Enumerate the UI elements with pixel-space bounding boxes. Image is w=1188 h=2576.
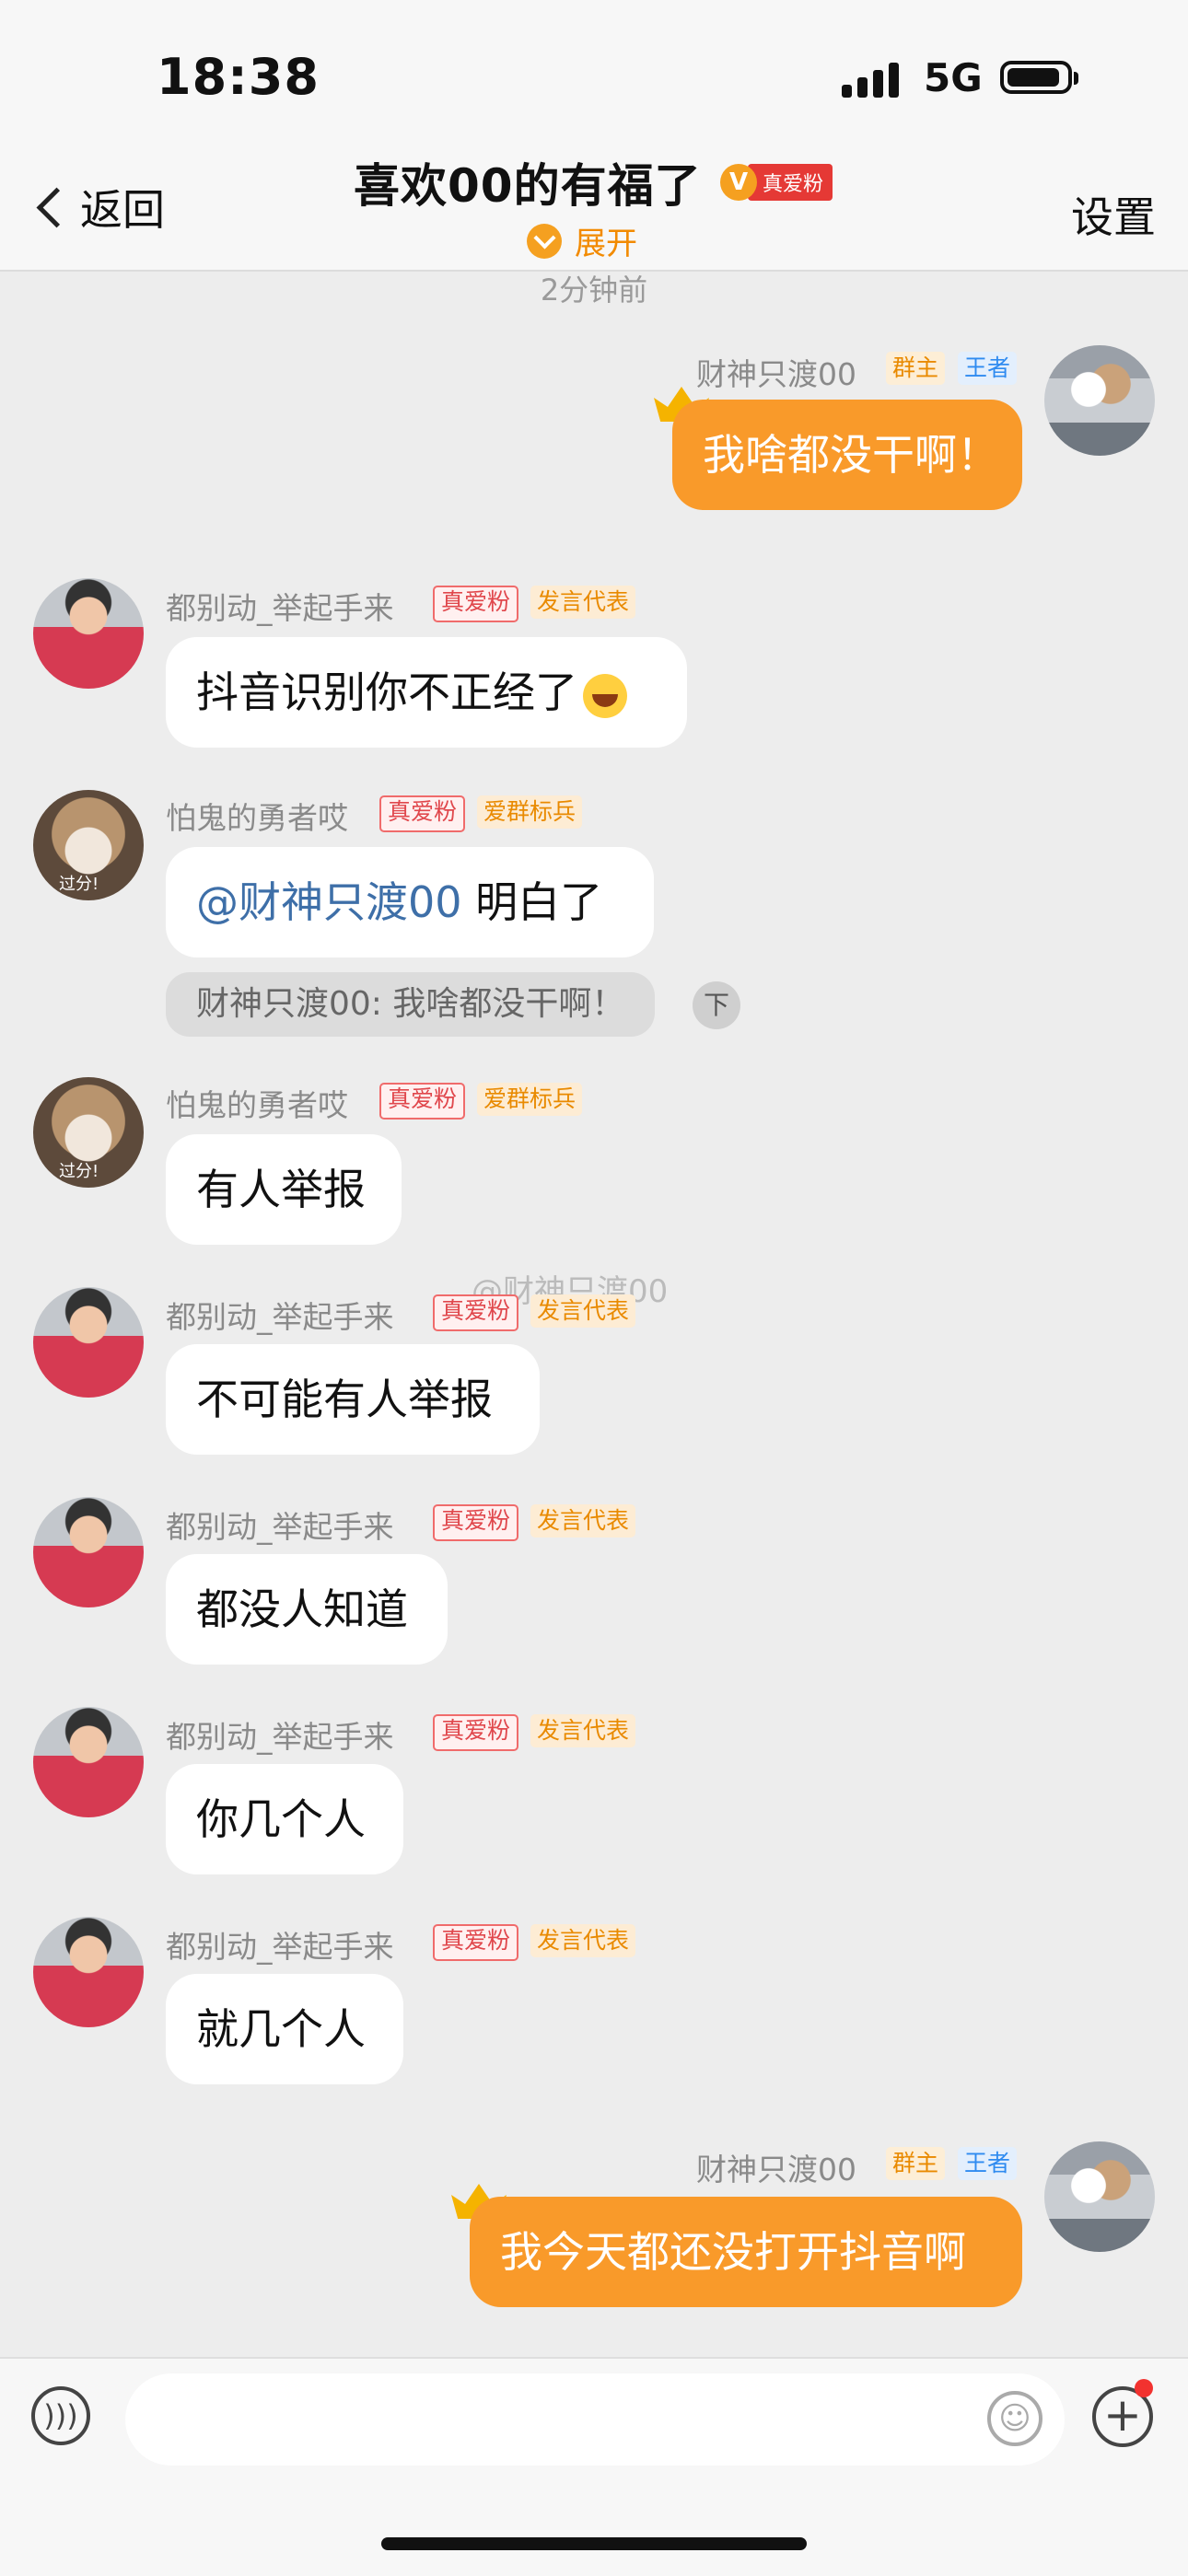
message-bubble[interactable]: 我啥都没干啊！: [672, 400, 1022, 510]
message-bubble[interactable]: 我今天都还没打开抖音啊: [470, 2197, 1022, 2307]
message-bubble[interactable]: 抖音识别你不正经了: [166, 637, 687, 748]
voice-icon[interactable]: ))): [31, 2386, 90, 2445]
message-text: 明白了: [461, 877, 603, 927]
battery-icon: [1000, 61, 1078, 94]
sender-name: 都别动_举起手来: [166, 590, 394, 626]
network-type: 5G: [924, 55, 983, 100]
settings-button[interactable]: 设置: [1071, 184, 1156, 245]
emoji-icon[interactable]: ☺: [987, 2391, 1042, 2446]
message-bubble[interactable]: @财神只渡00 明白了: [166, 847, 654, 957]
laughing-emoji-icon: [583, 673, 627, 718]
avatar-caption: 过分!: [59, 875, 99, 894]
expand-label: 展开: [575, 226, 637, 262]
avatar[interactable]: [33, 1497, 144, 1607]
sender-name: 财神只渡00: [696, 2152, 856, 2187]
message-bubble[interactable]: 你几个人: [166, 1764, 403, 1874]
tag-true-fan: 真爱粉: [379, 795, 466, 832]
page-title: 喜欢00的有福了: [354, 159, 702, 213]
avatar[interactable]: [1044, 345, 1155, 456]
tag-speaker: 发言代表: [530, 586, 636, 619]
message-bubble[interactable]: 都没人知道: [166, 1554, 448, 1665]
tag-speaker: 发言代表: [530, 1504, 636, 1537]
tag-true-fan: 真爱粉: [379, 1083, 466, 1120]
message-bubble[interactable]: 有人举报: [166, 1134, 402, 1245]
quoted-message[interactable]: 财神只渡00: 我啥都没干啊！: [166, 972, 656, 1037]
sender-name: 怕鬼的勇者哎: [166, 800, 348, 836]
avatar[interactable]: [33, 578, 144, 689]
tag-true-fan: 真爱粉: [433, 586, 519, 622]
fan-badge: V 真爱粉: [720, 164, 833, 201]
message-text: 抖音识别你不正经了: [196, 667, 577, 717]
signal-icon: [842, 61, 899, 98]
notification-dot: [1135, 2379, 1153, 2397]
expand-button[interactable]: 展开: [527, 218, 637, 263]
avatar[interactable]: [33, 1917, 144, 2027]
sender-name: 都别动_举起手来: [166, 1299, 394, 1335]
chevron-left-icon: [36, 187, 77, 227]
message-bubble[interactable]: 不可能有人举报: [166, 1344, 540, 1455]
tag-king: 王者: [958, 2147, 1018, 2180]
avatar[interactable]: [1044, 2141, 1155, 2252]
sender-name: 财神只渡00: [696, 356, 856, 392]
tag-speaker: 发言代表: [530, 1924, 636, 1957]
message-input[interactable]: [125, 2373, 1065, 2466]
top-bar: 18:38 5G 返回 喜欢00的有福了 V 真爱粉 展开 设置: [0, 0, 1188, 272]
back-button[interactable]: 返回: [31, 177, 165, 238]
tag-group-owner: 群主: [886, 2147, 946, 2180]
tag-group-star: 爱群标兵: [477, 795, 583, 829]
avatar-caption: 过分!: [59, 1162, 99, 1181]
message-bubble[interactable]: 就几个人: [166, 1974, 403, 2084]
tag-group-star: 爱群标兵: [477, 1083, 583, 1116]
avatar[interactable]: [33, 1707, 144, 1817]
mention-link[interactable]: @财神只渡00: [196, 877, 462, 927]
tag-true-fan: 真爱粉: [433, 1294, 519, 1331]
v-badge-icon: V: [720, 164, 757, 201]
tag-true-fan: 真爱粉: [433, 1504, 519, 1541]
avatar[interactable]: 过分!: [33, 1077, 144, 1188]
sender-name: 都别动_举起手来: [166, 1509, 394, 1545]
tag-speaker: 发言代表: [530, 1714, 636, 1747]
timestamp: 2分钟前: [540, 273, 648, 307]
fan-badge-label: 真爱粉: [748, 164, 833, 201]
tag-group-owner: 群主: [886, 352, 946, 385]
tag-true-fan: 真爱粉: [433, 1924, 519, 1961]
tag-speaker: 发言代表: [530, 1294, 636, 1328]
chevron-down-icon: [527, 223, 562, 259]
tag-true-fan: 真爱粉: [433, 1714, 519, 1751]
avatar[interactable]: [33, 1287, 144, 1398]
sender-name: 怕鬼的勇者哎: [166, 1087, 348, 1123]
tag-king: 王者: [958, 352, 1018, 385]
avatar[interactable]: 过分!: [33, 790, 144, 900]
sender-name: 都别动_举起手来: [166, 1929, 394, 1965]
jump-to-quote-icon[interactable]: 下: [693, 981, 740, 1029]
sender-name: 都别动_举起手来: [166, 1719, 394, 1755]
back-label: 返回: [80, 185, 165, 235]
home-indicator: [381, 2537, 807, 2550]
status-time: 18:38: [157, 48, 320, 106]
